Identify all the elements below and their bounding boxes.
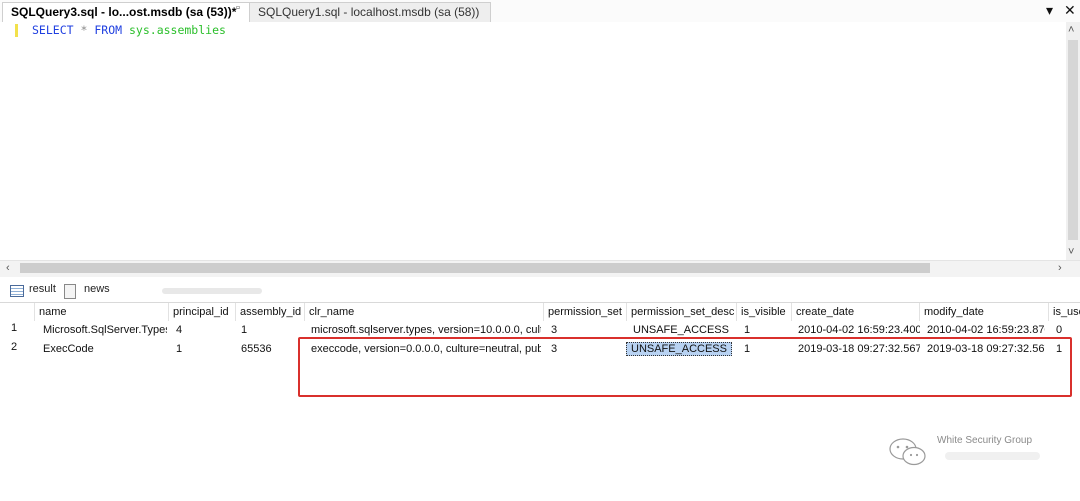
blurred-text xyxy=(945,452,1040,460)
changed-line-marker xyxy=(15,24,18,37)
messages-icon[interactable] xyxy=(64,284,76,299)
results-grid-icon[interactable] xyxy=(10,285,24,297)
cell-assembly-id[interactable]: 1 xyxy=(241,321,297,339)
column-header-permission-set[interactable]: permission_set xyxy=(543,303,626,321)
from-keyword: FROM xyxy=(94,23,123,37)
pin-icon[interactable]: ▫ xyxy=(236,2,240,14)
column-header-is-visible[interactable]: is_visible xyxy=(736,303,791,321)
close-icon[interactable]: ✕ xyxy=(1064,2,1076,19)
watermark-text: White Security Group xyxy=(937,435,1033,446)
column-header-create-date[interactable]: create_date xyxy=(791,303,920,321)
cell-name[interactable]: Microsoft.SqlServer.Types xyxy=(43,321,167,339)
column-header-principal-id[interactable]: principal_id xyxy=(168,303,235,321)
editor-horizontal-scroll-thumb[interactable] xyxy=(20,263,930,273)
column-header-clr-name[interactable]: clr_name xyxy=(304,303,547,321)
wechat-icon xyxy=(889,438,926,466)
star-operator: * xyxy=(80,23,88,37)
cell-principal-id[interactable]: 1 xyxy=(176,340,232,358)
query-editor[interactable]: SELECT * FROM sys.assemblies xyxy=(0,22,1066,260)
select-keyword: SELECT xyxy=(32,23,74,37)
tab-result[interactable]: result xyxy=(29,283,56,295)
row-number[interactable]: 1 xyxy=(11,322,17,334)
blurred-text xyxy=(162,288,262,294)
tab-news[interactable]: news xyxy=(84,283,110,295)
scroll-down-icon[interactable]: ˅ xyxy=(1068,246,1074,258)
cell-principal-id[interactable]: 4 xyxy=(176,321,232,339)
column-header-assembly-id[interactable]: assembly_id xyxy=(235,303,304,321)
row-number[interactable]: 2 xyxy=(11,341,17,353)
tab-sqlquery1[interactable]: SQLQuery1.sql - localhost.msdb (sa (58)) xyxy=(249,2,491,23)
column-header-name[interactable]: name xyxy=(34,303,169,321)
column-header-permission-set-desc[interactable]: permission_set_desc xyxy=(626,303,737,321)
column-header-is-use[interactable]: is_use xyxy=(1048,303,1080,321)
scroll-right-icon[interactable]: › xyxy=(1058,262,1062,274)
tab-dropdown-icon[interactable]: ▾ xyxy=(1046,2,1053,19)
highlight-annotation-box xyxy=(298,337,1072,397)
code-line-1[interactable]: SELECT * FROM sys.assemblies xyxy=(32,23,226,37)
cell-name[interactable]: ExecCode xyxy=(43,340,167,358)
scroll-up-icon[interactable]: ˄ xyxy=(1068,24,1074,36)
editor-vertical-scroll-thumb[interactable] xyxy=(1068,40,1078,240)
cell-assembly-id[interactable]: 65536 xyxy=(241,340,297,358)
scroll-left-icon[interactable]: ‹ xyxy=(6,262,10,274)
column-header-modify-date[interactable]: modify_date xyxy=(919,303,1048,321)
system-object: sys.assemblies xyxy=(129,23,226,37)
tab-sqlquery3[interactable]: SQLQuery3.sql - lo...ost.msdb (sa (53))* xyxy=(2,2,252,22)
